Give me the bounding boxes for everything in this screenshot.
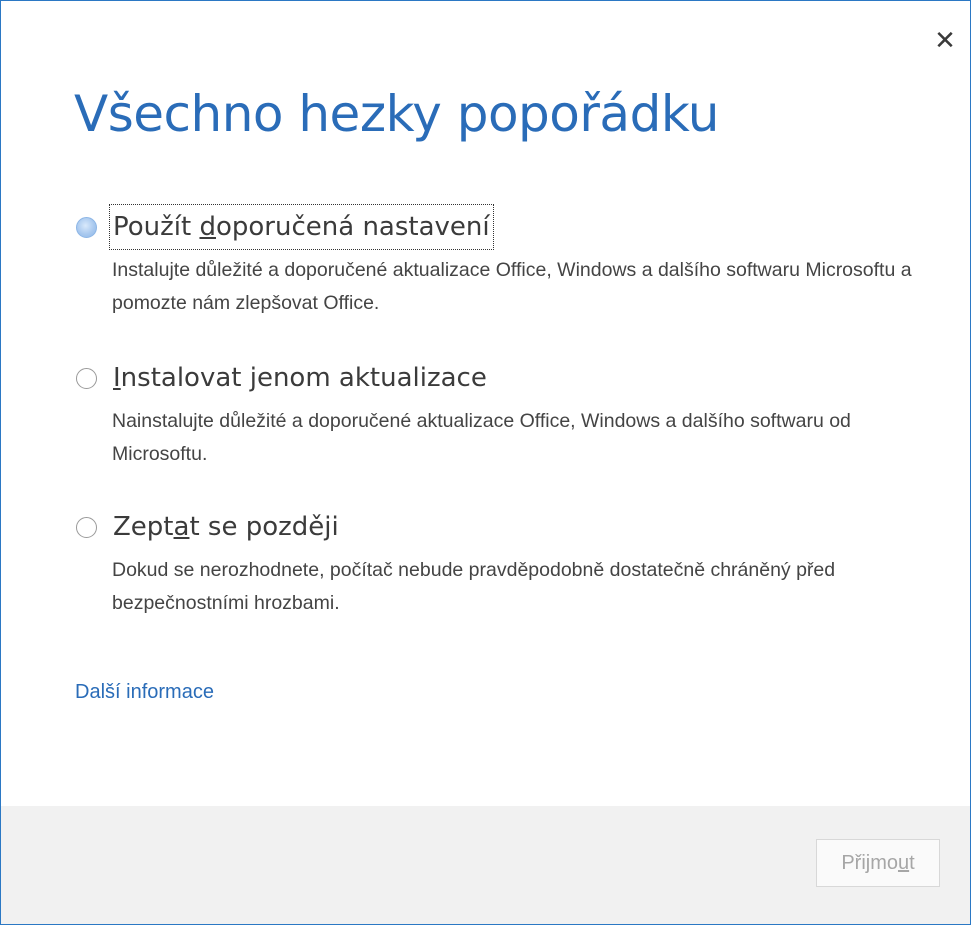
accelerator-key: u (897, 851, 910, 874)
radio-ask-later[interactable] (76, 517, 97, 538)
option-recommended-settings-description: Instalujte důležité a doporučené aktuali… (112, 259, 912, 314)
accept-label-part: Přijmo (841, 851, 898, 874)
option-install-updates-only-label[interactable]: Instalovat jenom aktualizace (109, 355, 491, 401)
accept-label-part: t (909, 851, 915, 874)
option-ask-later-description: Dokud se nerozhodnete, počítač nebude pr… (112, 559, 836, 614)
label-part: nstalovat jenom aktualizace (120, 363, 487, 393)
radio-recommended-settings[interactable] (76, 217, 97, 238)
label-part: t se později (189, 512, 339, 542)
label-part: Použít (113, 212, 200, 242)
accelerator-key: d (199, 212, 216, 242)
option-recommended-settings-label[interactable]: Použít doporučená nastavení (109, 204, 494, 250)
label-part: oporučená nastavení (215, 212, 490, 242)
accelerator-key: I (113, 363, 121, 393)
option-install-updates-only-description: Nainstalujte důležité a doporučené aktua… (112, 410, 851, 465)
option-ask-later-label[interactable]: Zeptat se později (109, 504, 343, 550)
label-part: Zept (113, 512, 174, 542)
accept-button[interactable]: Přijmo u t (816, 839, 940, 887)
dialog-footer: Přijmo u t (1, 806, 970, 924)
privacy-options-dialog: ✕ Všechno hezky popořádku Použít doporuč… (0, 0, 971, 925)
radio-install-updates-only[interactable] (76, 368, 97, 389)
accelerator-key: a (173, 512, 190, 542)
close-icon[interactable]: ✕ (932, 28, 958, 54)
more-info-link[interactable]: Další informace (75, 677, 214, 707)
dialog-title: Všechno hezky popořádku (74, 85, 719, 143)
